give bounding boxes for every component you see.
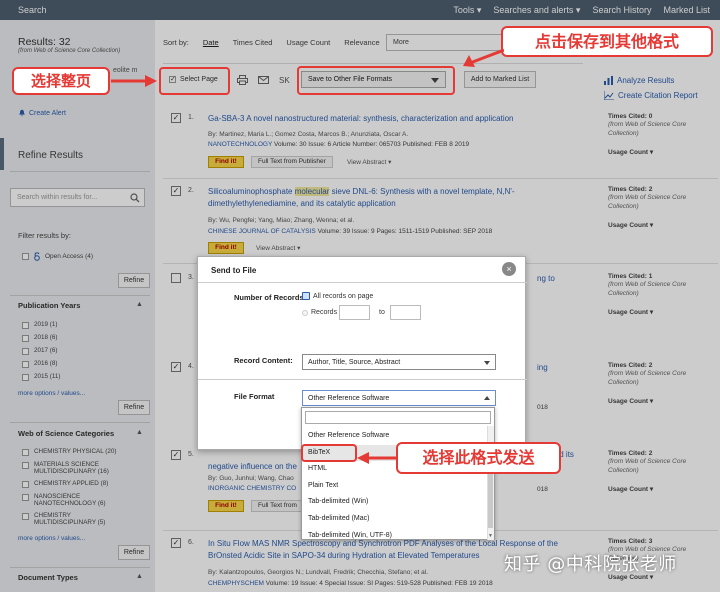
annotation-select-page: 选择整页 — [12, 67, 110, 95]
records-to-input[interactable] — [390, 305, 421, 320]
dialog-divider — [198, 379, 527, 380]
bibtex-highlight — [301, 444, 357, 462]
file-format-label: File Format — [234, 392, 275, 401]
dialog-title: Send to File — [211, 266, 257, 275]
option-tab-mac[interactable]: Tab-delimited (Mac) — [302, 511, 488, 528]
all-records-radio[interactable]: All records on page — [302, 292, 373, 300]
arrow-right-icon — [111, 75, 157, 87]
arrow-left-icon — [463, 48, 504, 67]
option-plain-text[interactable]: Plain Text — [302, 478, 488, 495]
dropdown-filter-input[interactable] — [305, 411, 491, 424]
scroll-down-icon[interactable]: ▼ — [488, 533, 493, 539]
number-of-records-label: Number of Records: — [234, 293, 307, 302]
select-page-highlight — [159, 67, 230, 95]
annotation-choose-format: 选择此格式发送 — [396, 442, 561, 474]
watermark: 知乎 @中科院张老师 — [504, 554, 677, 575]
option-tab-win-utf8[interactable]: Tab-delimited (Win, UTF-8) — [302, 528, 488, 545]
save-format-highlight — [297, 66, 455, 95]
annotation-save-formats: 点击保存到其他格式 — [501, 26, 713, 57]
records-range-radio[interactable]: Records — [302, 309, 337, 316]
to-label: to — [379, 309, 385, 316]
close-icon[interactable]: × — [502, 262, 516, 276]
records-from-input[interactable] — [339, 305, 370, 320]
radio-selected[interactable] — [302, 292, 310, 300]
dialog-divider — [198, 282, 527, 283]
chevron-down-icon — [484, 361, 490, 365]
option-tab-win[interactable]: Tab-delimited (Win) — [302, 494, 488, 511]
record-content-label: Record Content: — [234, 356, 293, 365]
record-content-select[interactable]: Author, Title, Source, Abstract — [302, 354, 496, 370]
file-format-select[interactable]: Other Reference Software — [302, 390, 496, 406]
arrow-left-icon — [357, 452, 397, 464]
radio-unselected[interactable] — [302, 309, 308, 316]
chevron-up-icon — [484, 396, 490, 400]
